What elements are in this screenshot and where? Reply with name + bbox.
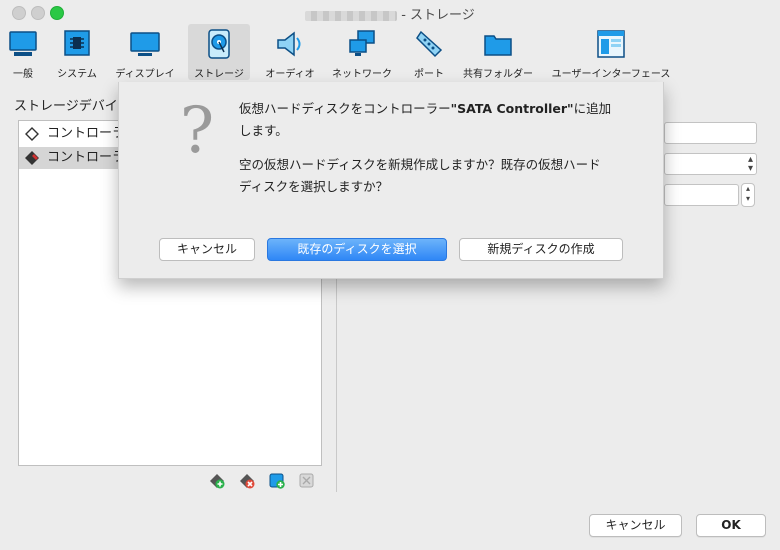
tab-ports[interactable]: ポート: [406, 24, 452, 80]
tab-ports-label: ポート: [414, 69, 444, 80]
ok-button[interactable]: OK: [696, 514, 766, 537]
hard-disk-icon: [208, 29, 230, 59]
dialog-message-line2: します。: [239, 123, 288, 138]
choose-existing-disk-button[interactable]: 既存のディスクを選択: [267, 238, 447, 261]
monitor-icon: [9, 31, 37, 56]
display-icon: [130, 32, 160, 56]
tab-shared-folders[interactable]: 共有フォルダー: [460, 24, 536, 80]
tab-user-interface[interactable]: ユーザーインターフェース: [548, 24, 674, 80]
tab-system[interactable]: システム: [52, 24, 102, 80]
title-bar: - ストレージ: [0, 0, 780, 23]
tab-display-label: ディスプレイ: [115, 69, 175, 80]
tab-display[interactable]: ディスプレイ: [110, 24, 180, 80]
tab-general[interactable]: 一般: [4, 24, 42, 80]
question-icon: ?: [179, 94, 215, 168]
ide-controller-icon: [25, 127, 39, 141]
dialog-question-line2: ディスクを選択しますか？: [239, 179, 389, 194]
cancel-button[interactable]: キャンセル: [589, 514, 682, 537]
storage-devices-label: ストレージデバイス: [14, 99, 131, 114]
folder-icon: [484, 35, 512, 56]
add-disk-dialog: ? 仮想ハードディスクをコントローラー"SATA Controller"に追加 …: [118, 82, 664, 279]
dialog-message-line1-pre: 仮想ハードディスクをコントローラー: [239, 101, 451, 116]
speaker-icon: [277, 31, 301, 57]
remove-attachment-icon[interactable]: [298, 472, 316, 490]
add-controller-icon[interactable]: [208, 472, 226, 490]
storage-tree-actions: [208, 472, 318, 490]
tab-system-label: システム: [57, 69, 97, 80]
dialog-message-line1-post: に追加: [573, 101, 612, 116]
dialog-question-line1: 空の仮想ハードディスクを新規作成しますか？既存の仮想ハード: [239, 157, 601, 172]
sata-controller-icon: [25, 151, 39, 165]
dialog-cancel-button[interactable]: キャンセル: [159, 238, 255, 261]
network-icon: [349, 30, 375, 56]
select-arrows-icon: ▴ ▾: [747, 154, 753, 174]
tab-network[interactable]: ネットワーク: [330, 24, 394, 80]
settings-window: - ストレージ 一般 システム ディスプレイ ストレージ オーディオ ネットワー…: [0, 0, 780, 550]
settings-toolbar: 一般 システム ディスプレイ ストレージ オーディオ ネットワーク ポート 共有…: [0, 22, 780, 82]
tab-network-label: ネットワーク: [332, 69, 392, 80]
tab-audio[interactable]: オーディオ: [262, 24, 318, 80]
controller-type-select[interactable]: ▴ ▾: [664, 153, 757, 175]
controller-name-bold: "SATA Controller": [450, 101, 574, 116]
blurred-vm-name: [305, 10, 398, 21]
serial-port-icon: [416, 30, 443, 58]
tab-shared-folders-label: 共有フォルダー: [463, 69, 533, 80]
tab-user-interface-label: ユーザーインターフェース: [551, 69, 671, 80]
port-count-field[interactable]: [664, 184, 739, 206]
window-layout-icon: [597, 30, 625, 58]
port-count-stepper[interactable]: ▴ ▾: [741, 183, 755, 207]
create-new-disk-button[interactable]: 新規ディスクの作成: [459, 238, 623, 261]
tab-audio-label: オーディオ: [265, 69, 315, 80]
tab-storage-label: ストレージ: [194, 69, 244, 80]
add-attachment-icon[interactable]: [268, 472, 286, 490]
dialog-message-line1: 仮想ハードディスクをコントローラー"SATA Controller"に追加: [239, 98, 639, 120]
window-title-text: - ストレージ: [401, 8, 475, 23]
tab-storage[interactable]: ストレージ: [188, 24, 250, 80]
window-title: - ストレージ: [0, 4, 780, 23]
controller-name-field[interactable]: [664, 122, 757, 144]
remove-controller-icon[interactable]: [238, 472, 256, 490]
chip-icon: [64, 30, 90, 56]
tab-general-label: 一般: [13, 69, 33, 80]
